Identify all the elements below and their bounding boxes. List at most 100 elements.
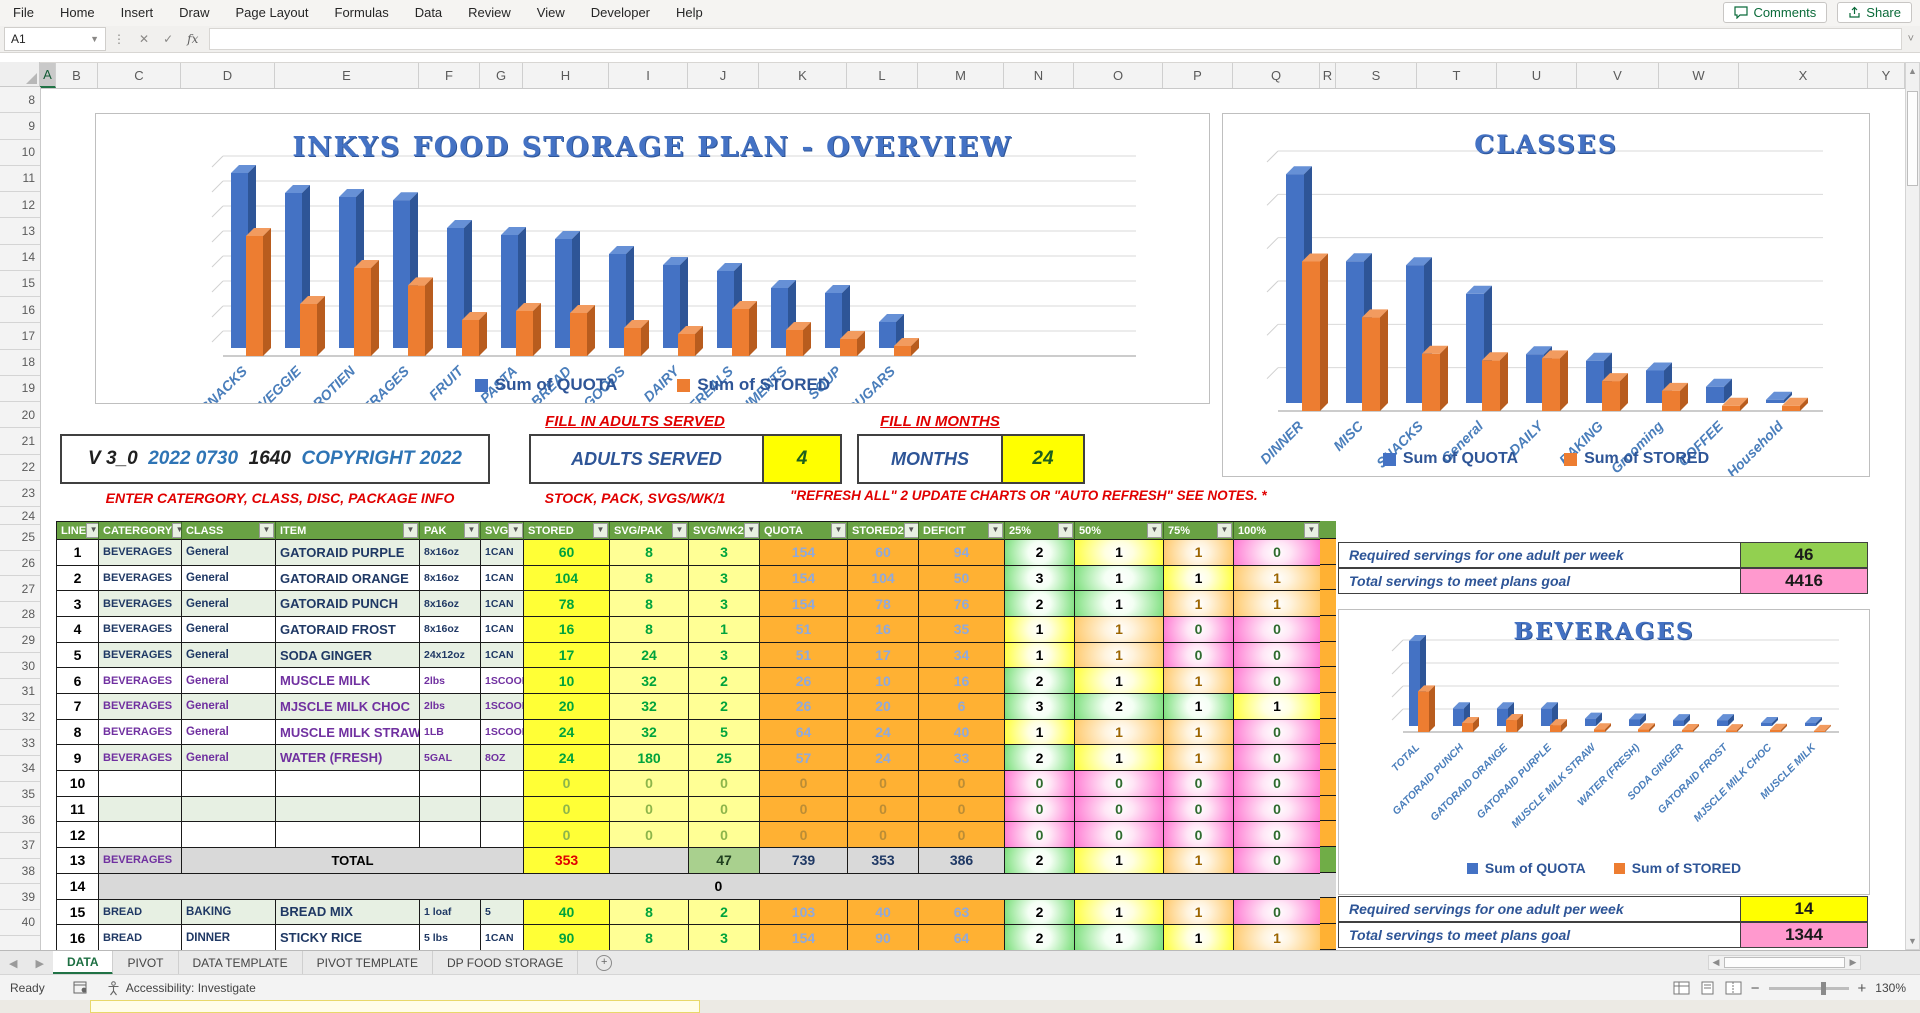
pct-cell[interactable]: 1 (1164, 668, 1234, 694)
category-cell[interactable]: BREAD (99, 900, 182, 926)
sheet-tab-data[interactable]: DATA (53, 951, 114, 975)
svg-wk2-cell[interactable]: 3 (689, 591, 760, 617)
pct-cell[interactable]: 2 (1075, 694, 1164, 720)
pct-cell[interactable]: 2 (1005, 668, 1075, 694)
pct-cell[interactable]: 1 (1005, 617, 1075, 643)
class-cell[interactable]: General (182, 668, 276, 694)
table-header-item[interactable]: ITEM▼ (276, 522, 420, 540)
pct-cell[interactable]: 1 (1075, 900, 1164, 926)
row-header-36[interactable]: 36 (0, 807, 40, 833)
line-cell[interactable]: 9 (57, 745, 99, 771)
column-header-J[interactable]: J (688, 63, 759, 88)
filter-icon[interactable]: ▼ (86, 523, 99, 538)
pct-cell[interactable]: 2 (1005, 900, 1075, 926)
pct-cell[interactable]: 0 (1164, 797, 1234, 823)
item-cell[interactable] (276, 771, 420, 797)
row-header-35[interactable]: 35 (0, 782, 40, 808)
item-cell[interactable]: GATORAID ORANGE (276, 566, 420, 592)
column-header-N[interactable]: N (1004, 63, 1074, 88)
deficit-cell[interactable]: 6 (919, 694, 1005, 720)
pct-cell[interactable]: 1 (1075, 566, 1164, 592)
stored2-cell[interactable]: 0 (848, 797, 919, 823)
pak-cell[interactable] (420, 822, 481, 848)
stored-cell[interactable]: 24 (524, 745, 610, 771)
class-cell[interactable] (182, 822, 276, 848)
vertical-scrollbar[interactable]: ▲ ▼ (1905, 62, 1920, 950)
filter-icon[interactable]: ▼ (1147, 523, 1162, 538)
row-header-21[interactable]: 21 (0, 428, 40, 454)
stored-cell[interactable]: 10 (524, 668, 610, 694)
adults-served-value[interactable]: 4 (762, 436, 840, 482)
stored2-cell[interactable]: 10 (848, 668, 919, 694)
line-cell[interactable]: 10 (57, 771, 99, 797)
stored-cell[interactable]: 90 (524, 925, 610, 951)
stored2-cell[interactable]: 104 (848, 566, 919, 592)
filter-icon[interactable]: ▼ (172, 523, 182, 538)
pct-cell[interactable]: 1 (1234, 694, 1321, 720)
row-header-34[interactable]: 34 (0, 756, 40, 782)
svg-pak-cell[interactable]: 8 (610, 925, 689, 951)
stored2-cell[interactable]: 20 (848, 694, 919, 720)
deficit-cell[interactable]: 16 (919, 668, 1005, 694)
stored-cell[interactable]: 17 (524, 643, 610, 669)
pak-cell[interactable]: 2lbs (420, 668, 481, 694)
stored2-cell[interactable]: 78 (848, 591, 919, 617)
pct-cell[interactable]: 0 (1234, 848, 1321, 874)
row-header-31[interactable]: 31 (0, 679, 40, 705)
category-cell[interactable] (99, 822, 182, 848)
filter-icon[interactable]: ▼ (1304, 523, 1319, 538)
formula-input[interactable] (209, 28, 1901, 50)
svg-pak-cell[interactable]: 0 (610, 797, 689, 823)
category-cell[interactable]: BEVERAGES (99, 720, 182, 746)
svg-pak-cell[interactable]: 8 (610, 566, 689, 592)
svg-cell[interactable] (481, 797, 524, 823)
svg-pak-cell[interactable]: 180 (610, 745, 689, 771)
filter-icon[interactable]: ▼ (744, 523, 759, 538)
row-header-30[interactable]: 30 (0, 653, 40, 679)
pak-cell[interactable]: 5 lbs (420, 925, 481, 951)
pct-cell[interactable]: 0 (1005, 797, 1075, 823)
item-cell[interactable] (276, 822, 420, 848)
column-header-S[interactable]: S (1336, 63, 1417, 88)
row-header-9[interactable]: 9 (0, 113, 40, 139)
category-cell[interactable]: BEVERAGES (99, 694, 182, 720)
pct-cell[interactable]: 1 (1164, 591, 1234, 617)
row-header-26[interactable]: 26 (0, 551, 40, 577)
category-cell[interactable]: BEVERAGES (99, 540, 182, 566)
pct-cell[interactable]: 2 (1005, 745, 1075, 771)
row-header-20[interactable]: 20 (0, 402, 40, 428)
line-cell[interactable]: 12 (57, 822, 99, 848)
tab-scroll-right-icon[interactable]: ▶ (26, 951, 52, 975)
row-header-11[interactable]: 11 (0, 166, 40, 192)
quota-cell[interactable]: 57 (760, 745, 848, 771)
svg-wk2-cell[interactable]: 3 (689, 643, 760, 669)
comments-button[interactable]: Comments (1723, 2, 1827, 23)
column-header-X[interactable]: X (1739, 63, 1868, 88)
stored-total-cell[interactable]: 353 (524, 848, 610, 874)
column-header-E[interactable]: E (275, 63, 419, 88)
pct-cell[interactable]: 1 (1075, 591, 1164, 617)
pct-cell[interactable]: 1 (1164, 900, 1234, 926)
line-cell[interactable]: 4 (57, 617, 99, 643)
column-header-U[interactable]: U (1497, 63, 1577, 88)
column-header-Q[interactable]: Q (1233, 63, 1320, 88)
svg-cell[interactable] (481, 771, 524, 797)
normal-view-icon[interactable] (1673, 981, 1690, 995)
pct-cell[interactable]: 0 (1075, 822, 1164, 848)
category-cell[interactable]: BEVERAGES (99, 848, 182, 874)
svg-pak-cell[interactable]: 8 (610, 617, 689, 643)
table-header-100-[interactable]: 100%▼ (1234, 522, 1321, 540)
item-cell[interactable]: BREAD MIX (276, 900, 420, 926)
tab-scroll-left-icon[interactable]: ◀ (0, 951, 26, 975)
line-cell[interactable]: 3 (57, 591, 99, 617)
row-header-22[interactable]: 22 (0, 455, 40, 481)
svg-cell[interactable]: 1SCOOP (481, 720, 524, 746)
pct-cell[interactable]: 1 (1075, 925, 1164, 951)
sheet-tab-pivot-template[interactable]: PIVOT TEMPLATE (303, 951, 433, 975)
scroll-up-icon[interactable]: ▲ (1906, 63, 1919, 79)
stored-cell[interactable]: 16 (524, 617, 610, 643)
pak-cell[interactable]: 8x16oz (420, 566, 481, 592)
quota-cell[interactable]: 64 (760, 720, 848, 746)
pct-cell[interactable]: 1 (1234, 591, 1321, 617)
classes-chart[interactable]: CLASSES DINNERMISCSNACKSGeneralDAILYBAKI… (1222, 113, 1870, 477)
